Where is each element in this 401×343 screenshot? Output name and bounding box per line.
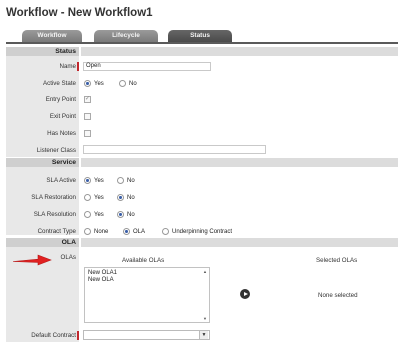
tab-status[interactable]: Status [168, 30, 232, 42]
status-label-column [6, 56, 79, 157]
contract-type-none-label: None [94, 229, 109, 235]
sla-active-no-label: No [127, 178, 135, 184]
active-state-no-label: No [129, 81, 137, 87]
entry-point-checkbox[interactable] [84, 95, 91, 103]
has-notes-checkbox[interactable] [84, 130, 91, 137]
tab-underline [6, 42, 398, 44]
sla-active-yes-radio[interactable] [84, 177, 91, 184]
section-header-service: Service [6, 158, 79, 167]
listener-class-label: Listener Class [36, 147, 76, 154]
contract-type-underpinning-label: Underpinning Contract [172, 229, 233, 235]
exit-point-label: Exit Point [49, 113, 76, 120]
sla-restoration-yes-label: Yes [94, 195, 104, 201]
section-band-ola [81, 238, 398, 247]
available-olas-list[interactable]: New OLA1 New OLA ▲ ▼ [84, 267, 210, 323]
list-item[interactable]: New OLA1 [85, 270, 209, 277]
default-contract-select[interactable]: ▼ [83, 330, 210, 340]
sla-resolution-yes-label: Yes [94, 212, 104, 218]
scroll-up-icon[interactable]: ▲ [203, 269, 207, 274]
selected-olas-placeholder: None selected [318, 292, 358, 299]
sla-resolution-yes-radio[interactable] [84, 211, 91, 218]
section-header-ola: OLA [6, 238, 79, 247]
active-state-yes-label: Yes [94, 81, 104, 87]
sla-restoration-no-label: No [127, 195, 135, 201]
chevron-down-icon[interactable]: ▼ [199, 331, 208, 339]
selected-olas-heading: Selected OLAs [316, 257, 358, 264]
sla-active-yes-label: Yes [94, 178, 104, 184]
required-marker [77, 62, 79, 71]
contract-type-ola-label: OLA [133, 229, 146, 235]
scroll-down-icon[interactable]: ▼ [203, 316, 207, 321]
entry-point-label: Entry Point [45, 96, 76, 103]
active-state-label: Active State [42, 80, 76, 87]
sla-restoration-label: SLA Restoration [31, 194, 76, 201]
has-notes-label: Has Notes [47, 130, 76, 137]
sla-resolution-label: SLA Resolution [33, 211, 76, 218]
sla-active-no-radio[interactable] [117, 177, 124, 184]
available-olas-heading: Available OLAs [122, 257, 165, 264]
sla-resolution-no-label: No [127, 212, 135, 218]
default-contract-label: Default Contract [31, 332, 76, 339]
contract-type-underpinning-radio[interactable] [162, 228, 169, 235]
required-marker [77, 331, 79, 340]
exit-point-checkbox[interactable] [84, 113, 91, 120]
list-item[interactable]: New OLA [85, 277, 209, 284]
contract-type-ola-radio[interactable] [123, 228, 130, 235]
section-band-service [81, 158, 398, 167]
olas-label: OLAs [60, 254, 76, 261]
section-header-status: Status [6, 47, 79, 56]
sla-active-label: SLA Active [46, 177, 76, 184]
contract-type-label: Contract Type [37, 228, 76, 235]
active-state-no-radio[interactable] [119, 80, 126, 87]
tab-lifecycle[interactable]: Lifecycle [94, 30, 158, 42]
listener-class-field[interactable] [83, 145, 266, 154]
move-right-icon[interactable] [240, 289, 250, 299]
active-state-yes-radio[interactable] [84, 80, 91, 87]
name-label: Name [59, 63, 76, 70]
section-band-status [81, 47, 398, 56]
contract-type-none-radio[interactable] [84, 228, 91, 235]
page-title: Workflow - New Workflow1 [6, 7, 153, 19]
sla-resolution-no-radio[interactable] [117, 211, 124, 218]
sla-restoration-yes-radio[interactable] [84, 194, 91, 201]
tab-workflow[interactable]: Workflow [22, 30, 82, 42]
sla-restoration-no-radio[interactable] [117, 194, 124, 201]
name-field[interactable]: Open [83, 62, 211, 71]
